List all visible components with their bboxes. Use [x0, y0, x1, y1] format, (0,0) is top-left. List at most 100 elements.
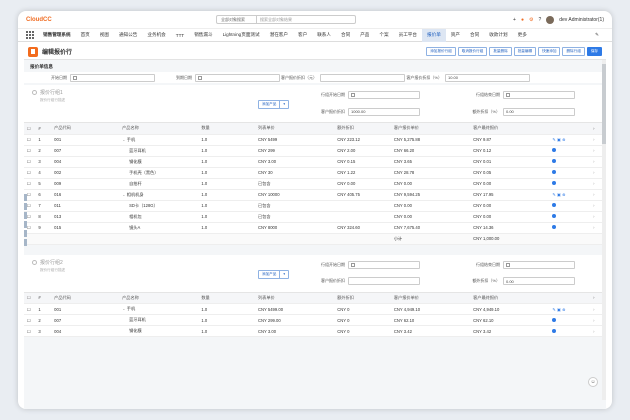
field-input[interactable]: [348, 91, 420, 100]
settings-icon[interactable]: ⚙: [529, 17, 533, 23]
calendar-icon[interactable]: [73, 75, 77, 80]
table-row[interactable]: ☐ 7 011 SD卡（128G） 1.0 已包含 CNY 0.00 CNY 0.00 ›: [24, 200, 606, 212]
calendar-icon[interactable]: [506, 93, 510, 98]
select-all-checkbox[interactable]: ☐: [24, 292, 36, 304]
help-icon[interactable]: ?: [538, 17, 541, 23]
nav-item[interactable]: 销售漏斗: [189, 29, 217, 42]
field-input[interactable]: [348, 277, 420, 286]
nav-item[interactable]: 业务机会: [142, 29, 170, 42]
gear-icon[interactable]: [32, 259, 37, 265]
nav-item[interactable]: 个案: [374, 29, 393, 42]
table-row[interactable]: ☐ 4 002 手机壳（黑色） 1.0 CNY 30 CNY 1.22 CNY 28.78 CN…: [24, 167, 606, 179]
add-product-button[interactable]: 添加产品 ▾: [258, 100, 290, 109]
nav-item[interactable]: 产品: [355, 29, 374, 42]
nav-item[interactable]: 视图: [95, 29, 114, 42]
add-icon[interactable]: +: [513, 17, 516, 23]
nav-item[interactable]: Lightning页面测试: [218, 29, 265, 42]
nav-item[interactable]: 更多: [513, 29, 532, 42]
row-checkbox[interactable]: ☐: [24, 145, 36, 157]
status-dot-icon[interactable]: [552, 181, 557, 185]
delete-icon[interactable]: ⊗: [562, 192, 566, 197]
calendar-icon[interactable]: [351, 262, 355, 267]
edit-icon[interactable]: ✎: [590, 29, 604, 42]
header-button[interactable]: 取消报价行组: [457, 47, 488, 56]
avatar[interactable]: [546, 15, 555, 24]
user-name[interactable]: dev Administrator(1): [559, 17, 604, 23]
status-dot-icon[interactable]: [552, 317, 557, 322]
table-row[interactable]: ☐ 5 009 自拍杆 1.0 已包含 CNY 0.00 CNY 0.00 CNY 0.00 ›: [24, 178, 606, 190]
side-drag-handles[interactable]: [24, 194, 27, 248]
nav-item[interactable]: 通知公告: [114, 29, 142, 42]
row-checkbox[interactable]: ☐: [24, 314, 36, 326]
nav-item[interactable]: 收款计划: [484, 29, 512, 42]
select-all-checkbox[interactable]: ☐: [24, 123, 36, 135]
nav-item[interactable]: 合同: [465, 29, 484, 42]
field-input[interactable]: 0.00: [503, 277, 575, 286]
calendar-icon[interactable]: [506, 262, 510, 267]
field-input[interactable]: 10.00: [445, 73, 530, 82]
notification-icon[interactable]: ●: [521, 17, 524, 23]
table-row[interactable]: ☐ 8 013 相机包 1.0 已包含 CNY 0.00 CNY 0.00 ›: [24, 211, 606, 223]
field-input[interactable]: 0.00: [503, 107, 575, 116]
global-search[interactable]: 全部对象搜索 搜索全部对象结果: [216, 15, 356, 24]
field-input[interactable]: [503, 260, 575, 269]
field-input[interactable]: [503, 91, 575, 100]
table-row[interactable]: ☐ 1 001 ⌄ 手机 1.0 CNY 5499.00 CNY 0 CNY 4,949.10…: [24, 303, 606, 315]
field-input[interactable]: [195, 73, 280, 82]
table-row[interactable]: ☐ 9 015 镜头A 1.0 CNY 8000 CNY 324.60 CNY 7,675.4…: [24, 222, 606, 234]
header-button[interactable]: 保存: [586, 47, 602, 56]
field-input[interactable]: [320, 73, 405, 82]
scrollbar[interactable]: [602, 60, 606, 400]
row-checkbox[interactable]: ☐: [24, 325, 36, 337]
chevron-down-icon[interactable]: ▾: [279, 101, 288, 108]
field-input[interactable]: 1000.00: [348, 107, 420, 116]
header-button[interactable]: 快速添加: [538, 47, 561, 56]
row-checkbox[interactable]: ☐: [24, 134, 36, 146]
search-input[interactable]: 搜索全部对象结果: [257, 17, 355, 23]
status-dot-icon[interactable]: [552, 214, 557, 218]
table-row[interactable]: ☐ 6 016 ⌄ 相机机身 1.0 CNY 10000 CNY 405.75 CNY 9,5…: [24, 189, 606, 201]
gear-icon[interactable]: [32, 90, 37, 95]
app-launcher-icon[interactable]: [26, 31, 34, 39]
nav-item[interactable]: 资产: [446, 29, 465, 42]
status-dot-icon[interactable]: [552, 148, 557, 152]
nav-item[interactable]: TTT: [171, 29, 189, 42]
field-input[interactable]: [70, 73, 155, 82]
header-button[interactable]: 添加报价行组: [426, 47, 456, 56]
table-row[interactable]: ☐ 2 007 蓝牙耳机 1.0 CNY 299.00 CNY 0 CNY 62.10 CNY …: [24, 314, 606, 326]
app-title[interactable]: 销售管理系统: [38, 29, 76, 42]
nav-item[interactable]: 员工平台: [394, 29, 422, 42]
search-scope-select[interactable]: 全部对象搜索: [217, 16, 257, 23]
field-input[interactable]: [348, 260, 420, 269]
table-row[interactable]: ☐ 3 004 钢化膜 1.0 CNY 3.00 CNY 0 CNY 3.42 CNY 3.42…: [24, 325, 606, 337]
nav-item[interactable]: 首页: [76, 29, 95, 42]
status-dot-icon[interactable]: [552, 170, 557, 174]
nav-item[interactable]: 合同: [336, 29, 355, 42]
add-product-button[interactable]: 添加产品 ▾: [258, 269, 290, 279]
calendar-icon[interactable]: [351, 93, 355, 98]
group-header: 报价行组1 报价行组行描述 添加产品 ▾ 行组开始日期 行组结束日期 客户报价折扣 1000.…: [24, 85, 606, 123]
status-dot-icon[interactable]: [552, 328, 557, 333]
status-dot-icon[interactable]: [552, 159, 557, 163]
nav-item[interactable]: 潜在客户: [265, 29, 293, 42]
calendar-icon[interactable]: [198, 75, 202, 80]
delete-icon[interactable]: ⊗: [562, 137, 566, 142]
table-row[interactable]: ☐ 2 007 蓝牙耳机 1.0 CNY 299 CNY 2.00 CNY 66.20 CNY …: [24, 145, 606, 157]
row-checkbox[interactable]: ☐: [24, 167, 36, 179]
table-row[interactable]: ☐ 3 004 钢化膜 1.0 CNY 3.00 CNY 0.15 CNY 3.65 CNY 0…: [24, 156, 606, 168]
chevron-down-icon[interactable]: ▾: [279, 270, 288, 278]
header-button[interactable]: 删除行组: [562, 47, 585, 56]
status-dot-icon[interactable]: [552, 203, 557, 207]
status-dot-icon[interactable]: [552, 225, 557, 229]
row-checkbox[interactable]: ☐: [24, 156, 36, 168]
nav-item[interactable]: 报价单: [422, 28, 446, 42]
chat-icon[interactable]: ☺: [588, 377, 598, 387]
header-button[interactable]: 批量编辑: [513, 47, 537, 56]
row-checkbox[interactable]: ☐: [24, 303, 36, 315]
nav-item[interactable]: 客户: [293, 29, 312, 42]
header-button[interactable]: 批量删除: [489, 47, 512, 56]
delete-icon[interactable]: ⊗: [562, 307, 566, 312]
table-row[interactable]: ☐ 1 001 ⌄ 手机 1.0 CNY 5499 CNY 223.12 CNY 5,275.…: [24, 134, 606, 146]
row-checkbox[interactable]: ☐: [24, 178, 36, 190]
nav-item[interactable]: 联系人: [312, 29, 336, 42]
